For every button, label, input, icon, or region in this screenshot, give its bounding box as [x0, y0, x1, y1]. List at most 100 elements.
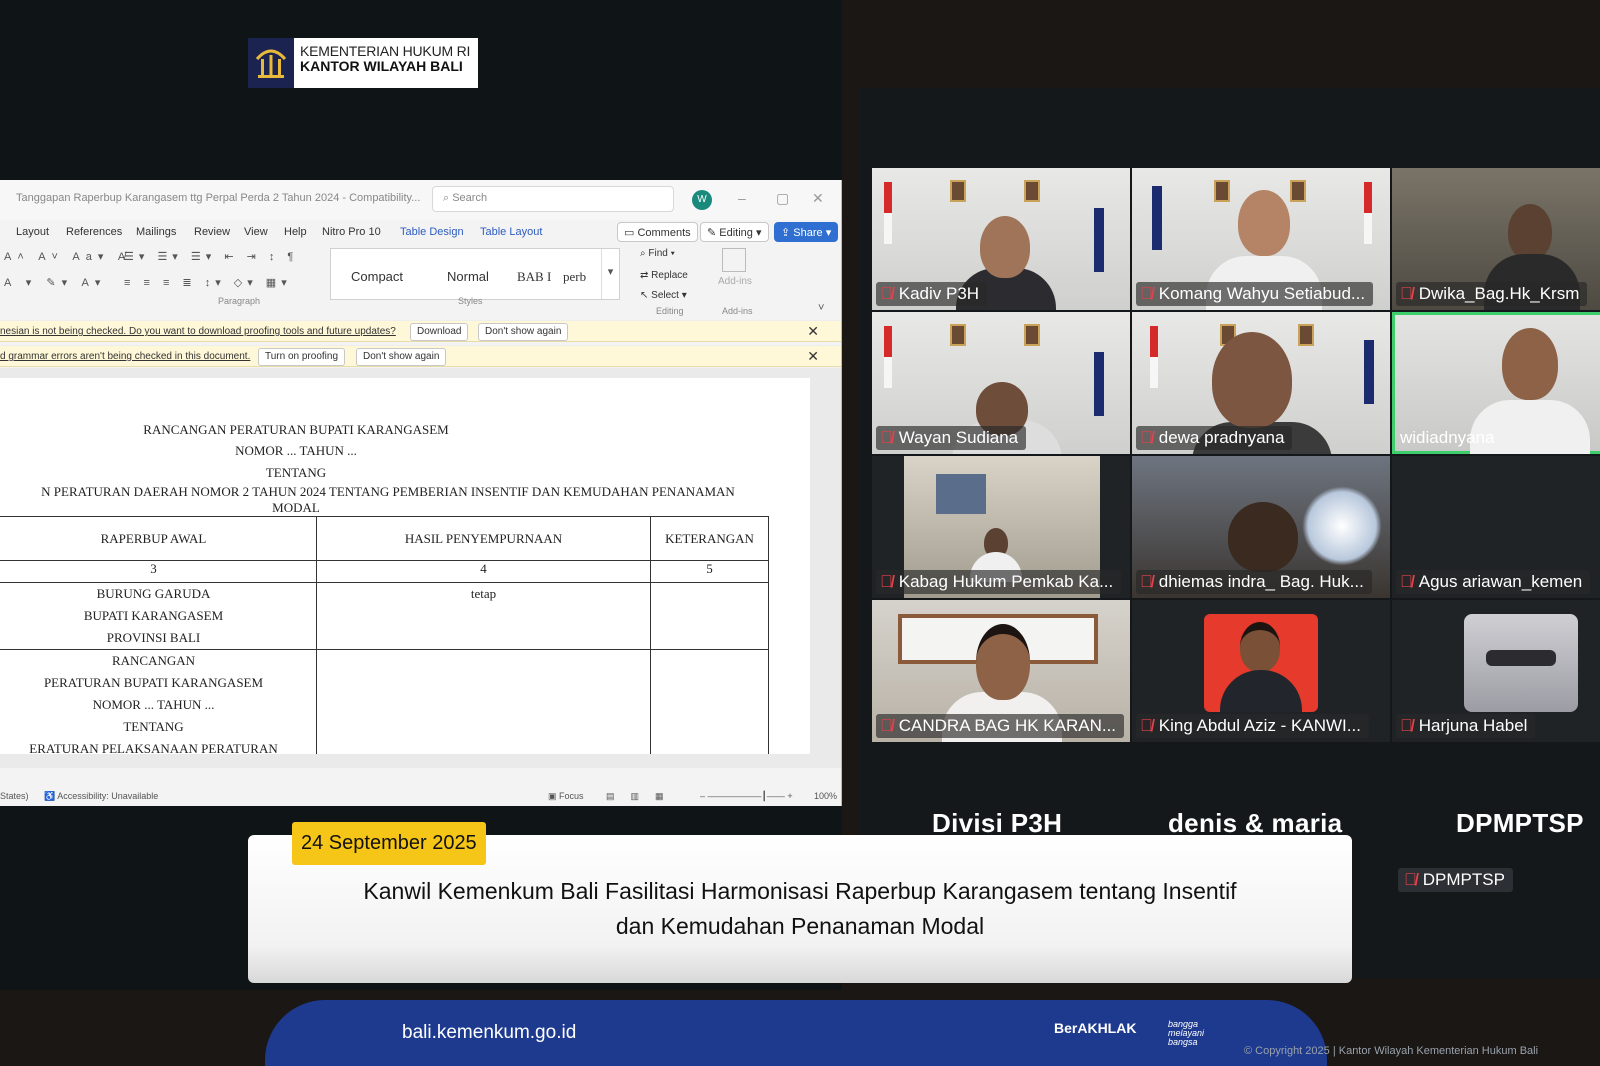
cell-line: RANCANGAN	[111, 653, 196, 668]
participant-name-text: King Abdul Aziz - KANWI...	[1158, 716, 1361, 735]
participant-tile[interactable]: 🎙̸ CANDRA BAG HK KARAN...	[872, 600, 1130, 742]
style-bab[interactable]: BAB I	[517, 269, 551, 285]
tab-references[interactable]: References	[66, 226, 122, 238]
participant-tile[interactable]: 🎙̸ Kabag Hukum Pemkab Ka...	[872, 456, 1130, 598]
list-tools[interactable]: ☰▾ ☰▾ ☰▾ ⇤ ⇥ ↕ ¶	[124, 250, 298, 263]
participant-name: 🎙̸ Komang Wahyu Setiabud...	[1136, 282, 1374, 306]
participant-name: 🎙̸ Wayan Sudiana	[876, 426, 1027, 450]
avatar[interactable]: W	[692, 190, 712, 210]
tab-mailings[interactable]: Mailings	[136, 226, 176, 238]
logo-line-1: KEMENTERIAN HUKUM RI	[300, 43, 471, 59]
camera-off-name: DPMPTSP	[1456, 808, 1584, 838]
tab-review[interactable]: Review	[194, 226, 230, 238]
font-color-tools[interactable]: A ▾ ✎▾ A▾	[4, 276, 106, 289]
comments-button[interactable]: ▭ Comments	[617, 222, 698, 242]
replace-button[interactable]: ⇄ Replace	[640, 270, 688, 281]
cell-line: ERATURAN PELAKSANAAN PERATURAN	[29, 741, 278, 754]
style-normal[interactable]: Normal	[447, 269, 489, 284]
participant-tile[interactable]: 🎙̸ dhiemas indra_ Bag. Huk...	[1132, 456, 1390, 598]
document-canvas: RANCANGAN PERATURAN BUPATI KARANGASEM NO…	[0, 368, 841, 768]
share-button[interactable]: ⇪ Share ▾	[774, 222, 839, 242]
participant-tile[interactable]: 🎙̸ Kadiv P3H	[872, 168, 1130, 310]
select-button[interactable]: ↖ Select ▾	[640, 290, 687, 301]
participant-name-text: Harjuna Habel	[1418, 716, 1528, 735]
participant-name-text: Wayan Sudiana	[898, 428, 1019, 447]
comment-icon: ▭	[624, 227, 638, 239]
participant-name: 🎙̸ dhiemas indra_ Bag. Huk...	[1136, 570, 1372, 594]
banner-icon	[1364, 340, 1374, 404]
dont-show-again-button[interactable]: Don't show again	[478, 323, 569, 341]
mic-muted-icon: 🎙̸	[880, 428, 893, 447]
doc-title-line: RANCANGAN PERATURAN BUPATI KARANGASEM	[143, 422, 449, 437]
light-glare	[1302, 486, 1382, 566]
addins-icon[interactable]	[722, 248, 746, 272]
focus-button[interactable]: ▣ Focus	[548, 791, 584, 802]
addins-label[interactable]: Add-ins	[718, 276, 752, 287]
tab-table-layout[interactable]: Table Layout	[480, 226, 542, 238]
participant-tile[interactable]: 🎙̸ Agus ariawan_kemen	[1392, 456, 1600, 598]
search-input[interactable]: ⌕ Search	[432, 186, 674, 212]
participant-tile-active[interactable]: widiadnyana	[1392, 312, 1600, 454]
participant-name-text: CANDRA BAG HK KARAN...	[898, 716, 1117, 735]
group-styles: Styles	[458, 296, 483, 306]
minimize-icon[interactable]: –	[738, 190, 746, 206]
proofing-tools-bar: nesian is not being checked. Do you want…	[0, 320, 841, 342]
language-status[interactable]: States)	[0, 791, 29, 801]
zoom-level[interactable]: 100%	[814, 791, 837, 801]
download-button[interactable]: Download	[410, 323, 469, 341]
tab-nitro[interactable]: Nitro Pro 10	[322, 226, 381, 238]
col-number: 3	[0, 560, 317, 583]
document-page[interactable]: RANCANGAN PERATURAN BUPATI KARANGASEM NO…	[0, 378, 810, 754]
participant-tile[interactable]: 🎙̸ Komang Wahyu Setiabud...	[1132, 168, 1390, 310]
participant-tile[interactable]: 🎙̸ King Abdul Aziz - KANWI...	[1132, 600, 1390, 742]
comparison-table: RAPERBUP AWAL HASIL PENYEMPURNAAN KETERA…	[0, 516, 769, 754]
collapse-ribbon-icon[interactable]: ˅	[818, 302, 824, 314]
tab-table-design[interactable]: Table Design	[400, 226, 464, 238]
mic-muted-icon: 🎙̸	[880, 572, 893, 591]
style-perb[interactable]: perb	[563, 269, 586, 285]
close-icon[interactable]: ✕	[812, 190, 824, 207]
website-url[interactable]: bali.kemenkum.go.id	[402, 1022, 576, 1044]
editing-button[interactable]: ✎ Editing ▾	[700, 222, 769, 242]
participant-tile[interactable]: 🎙̸ Harjuna Habel	[1392, 600, 1600, 742]
participant-tile[interactable]: 🎙̸ Wayan Sudiana	[872, 312, 1130, 454]
close-icon[interactable]: ✕	[807, 323, 819, 340]
participant-name: 🎙̸ DPMPTSP	[1398, 868, 1513, 892]
person-head	[1508, 204, 1552, 260]
tab-layout[interactable]: Layout	[16, 226, 49, 238]
turn-on-proofing-button[interactable]: Turn on proofing	[258, 348, 346, 366]
table-cell	[316, 649, 651, 754]
portrait-icon	[1214, 180, 1230, 202]
maximize-icon[interactable]: ▢	[776, 190, 789, 207]
berakhlak-logo: BerAKHLAK	[1054, 1020, 1137, 1036]
mic-muted-icon: 🎙̸	[1400, 572, 1413, 591]
portrait-icon	[950, 180, 966, 202]
header-keterangan: KETERANGAN	[650, 516, 769, 561]
tab-view[interactable]: View	[244, 226, 268, 238]
participant-tile[interactable]: 🎙̸ Dwika_Bag.Hk_Krsm	[1392, 168, 1600, 310]
cell-line: NOMOR ... TAHUN ...	[92, 697, 215, 712]
wall-frame	[936, 474, 986, 514]
cell-line: BURUNG GARUDA	[96, 586, 211, 601]
zoom-slider[interactable]: – ——————┃—— +	[700, 791, 793, 802]
participant-name: 🎙̸ Kabag Hukum Pemkab Ka...	[876, 570, 1122, 594]
find-button[interactable]: ⌕ Find ▾	[640, 248, 675, 259]
close-icon[interactable]: ✕	[807, 348, 819, 365]
style-compact[interactable]: Compact	[351, 269, 403, 284]
portrait-icon	[1290, 180, 1306, 202]
accessibility-status[interactable]: ♿ Accessibility: Unavailable	[44, 791, 158, 802]
tab-help[interactable]: Help	[284, 226, 307, 238]
styles-gallery[interactable]: Compact Normal BAB I perb ▾	[330, 248, 620, 300]
view-mode-icons[interactable]: ▤▥▦	[606, 791, 680, 802]
styles-expand-icon[interactable]: ▾	[601, 249, 619, 299]
dont-show-again-button-2[interactable]: Don't show again	[356, 348, 447, 366]
header-raperbup-awal: RAPERBUP AWAL	[0, 516, 317, 561]
accessibility-icon: ♿	[44, 791, 58, 801]
participant-tile[interactable]: 🎙̸ dewa pradnyana	[1132, 312, 1390, 454]
profile-photo	[1464, 614, 1578, 712]
mic-muted-icon: 🎙̸	[1140, 572, 1153, 591]
mic-muted-icon: 🎙̸	[1140, 428, 1153, 447]
participant-name: 🎙̸ CANDRA BAG HK KARAN...	[876, 714, 1125, 738]
align-tools[interactable]: ≡ ≡ ≡ ≣ ↕▾ ◇▾ ▦▾	[124, 276, 292, 289]
font-tools[interactable]: A˄ A˅ Aa▾ A̸	[4, 250, 131, 263]
